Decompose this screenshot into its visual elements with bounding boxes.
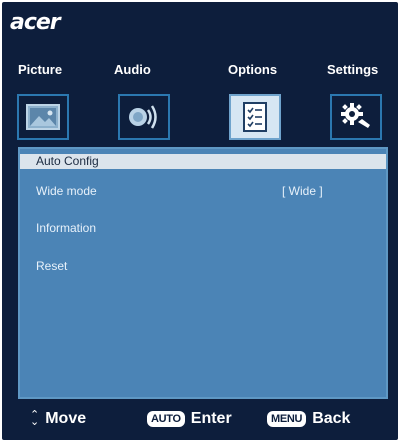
acer-logo: acer bbox=[10, 10, 61, 35]
auto-key-icon: AUTO bbox=[147, 411, 185, 427]
footer-enter: AUTO Enter bbox=[147, 410, 232, 428]
tab-picture[interactable] bbox=[17, 94, 69, 140]
tab-options-label[interactable]: Options bbox=[228, 62, 277, 77]
footer-move: ⌃ ⌄ Move bbox=[30, 410, 86, 428]
tab-picture-label[interactable]: Picture bbox=[18, 62, 62, 77]
gear-wrench-icon bbox=[341, 103, 370, 128]
tab-audio-label[interactable]: Audio bbox=[114, 62, 151, 77]
up-down-arrows-icon: ⌃ ⌄ bbox=[30, 409, 40, 428]
menu-item-reset[interactable]: Reset bbox=[36, 259, 67, 273]
osd-menu-window: acer Picture Audio Options Settings Auto… bbox=[2, 2, 398, 440]
footer-back: MENU Back bbox=[267, 410, 350, 428]
wide-mode-value[interactable]: [ Wide ] bbox=[282, 184, 323, 198]
back-label: Back bbox=[312, 410, 351, 427]
speaker-icon bbox=[129, 105, 157, 129]
menu-item-information[interactable]: Information bbox=[36, 221, 96, 235]
tab-settings-label[interactable]: Settings bbox=[327, 62, 378, 77]
move-label: Move bbox=[45, 410, 87, 427]
tab-audio[interactable] bbox=[118, 94, 170, 140]
menu-item-wide-mode[interactable]: Wide mode bbox=[36, 184, 97, 198]
menu-key-icon: MENU bbox=[267, 411, 307, 427]
enter-label: Enter bbox=[190, 410, 232, 427]
tab-settings[interactable] bbox=[330, 94, 382, 140]
menu-item-auto-config[interactable]: Auto Config bbox=[20, 154, 386, 169]
picture-icon bbox=[26, 104, 60, 130]
options-panel: Auto Config Wide mode [ Wide ] Informati… bbox=[18, 147, 388, 399]
tab-options[interactable] bbox=[229, 94, 281, 140]
checklist-icon bbox=[243, 102, 267, 132]
